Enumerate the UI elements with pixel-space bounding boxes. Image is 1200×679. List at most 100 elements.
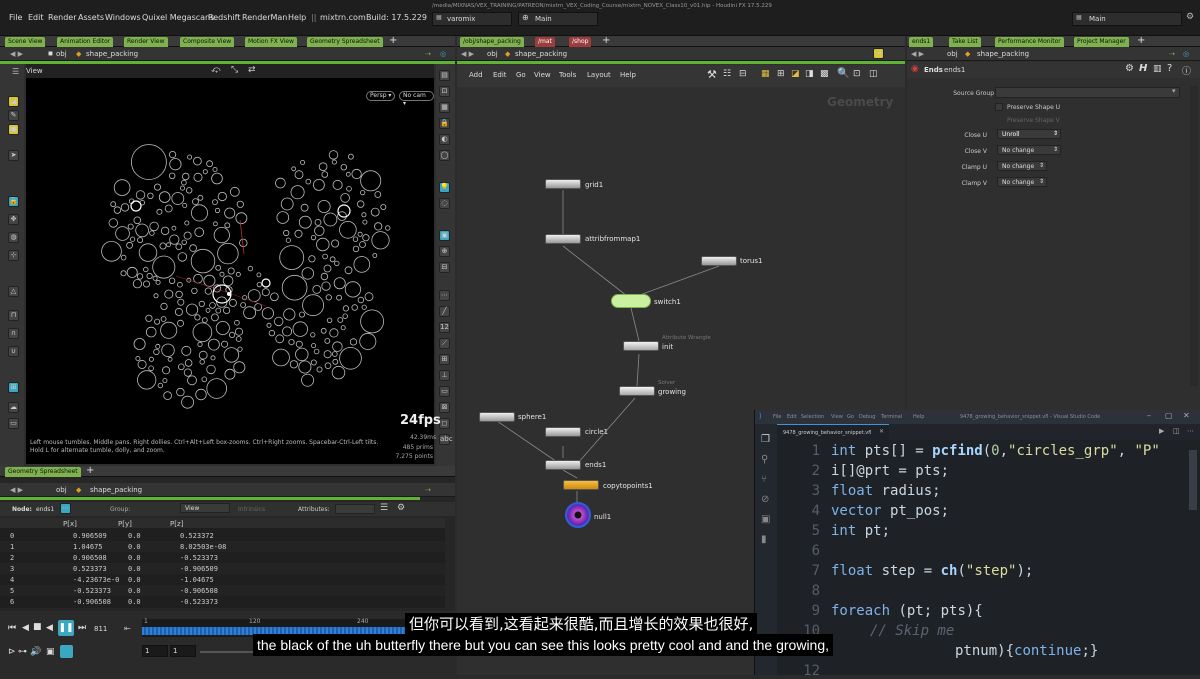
code-line-5[interactable]: int pt;: [831, 523, 890, 539]
template-icon[interactable]: ⊠: [439, 402, 450, 413]
vs-menu-terminal[interactable]: Terminal: [881, 414, 902, 420]
takes-selector[interactable]: ⊕ Main: [518, 12, 598, 26]
menu-windows[interactable]: Windows: [105, 13, 141, 22]
pose-tool-icon[interactable]: ✎: [8, 110, 19, 121]
minimize-icon[interactable]: –: [1147, 411, 1151, 420]
desktop-selector[interactable]: ▦ varomix: [432, 12, 512, 26]
search-icon-2[interactable]: ⚲: [761, 454, 768, 465]
debug-icon[interactable]: ⊘: [761, 494, 769, 505]
number-icon[interactable]: 12: [439, 322, 450, 333]
vs-menu-selection[interactable]: Selection: [801, 414, 824, 420]
sound-icon[interactable]: 🔊: [30, 647, 41, 657]
scale-tool-icon[interactable]: ⊹: [8, 250, 19, 261]
vs-menu-view[interactable]: View: [831, 414, 843, 420]
table-row[interactable]: 1 1.04675 0.0 8.02503e-08: [0, 541, 445, 552]
frame-icon[interactable]: ⊟: [439, 262, 450, 273]
source-group-field[interactable]: ▾: [995, 87, 1180, 98]
table-row[interactable]: 6 -0.906508 0.0 -0.523373: [0, 596, 445, 607]
tab-performance-monitor[interactable]: Performance Monitor: [995, 37, 1064, 47]
point-icon[interactable]: ⋯: [439, 290, 450, 301]
link-icon-4[interactable]: ◎: [1183, 50, 1189, 58]
close-v-dropdown[interactable]: No change ⇕: [997, 145, 1061, 155]
snap-tool-icon[interactable]: ⊓: [8, 310, 19, 321]
vis-icon[interactable]: ⊕: [439, 246, 450, 257]
realtime-icon[interactable]: ▣: [46, 647, 55, 657]
tab-geometry-spreadsheet[interactable]: Geometry Spreadsheet: [307, 37, 383, 47]
vscode-file-tab[interactable]: 9478_growing_behavior_snippet.vfl ✕: [777, 424, 889, 440]
menu-redshift[interactable]: Redshift: [208, 13, 240, 22]
vs-menu-help[interactable]: Help: [913, 414, 924, 420]
tab-close-icon[interactable]: ✕: [879, 428, 884, 435]
intrinsics-label[interactable]: Intrinsics: [238, 506, 265, 513]
path-node-2[interactable]: shape_packing: [90, 486, 142, 494]
table-row[interactable]: 3 0.523373 0.0 -0.906509: [0, 563, 445, 574]
node-copytopoints1[interactable]: [563, 480, 599, 490]
code-line-1[interactable]: int pts[] = pcfind(0,"circles_grp", "P": [831, 443, 1160, 459]
table-row[interactable]: 0 0.906509 0.0 0.523372: [0, 530, 445, 541]
sphere-icon[interactable]: ◯: [439, 150, 450, 161]
pause-button[interactable]: ❚❚: [58, 620, 74, 636]
code-line-7[interactable]: float step = ch("step");: [831, 563, 1033, 579]
snap2-tool-icon[interactable]: ∩: [8, 328, 19, 339]
wire-icon[interactable]: ⊡: [439, 86, 450, 97]
path-obj[interactable]: obj: [56, 50, 67, 58]
view-dropdown[interactable]: View: [180, 503, 230, 513]
gear-icon-2[interactable]: ⚙: [1125, 63, 1134, 74]
code-line-11[interactable]: ptnum){continue;}: [955, 643, 1098, 659]
lock-tool-icon[interactable]: 🔒: [8, 196, 19, 207]
node-switch1[interactable]: [611, 294, 651, 308]
start-frame-field[interactable]: 1: [142, 645, 168, 657]
tab-take-list[interactable]: Take List: [949, 37, 981, 47]
close-icon[interactable]: ✕: [1183, 411, 1190, 420]
first-frame-icon[interactable]: ⏮: [8, 623, 16, 633]
spreadsheet-table[interactable]: P[x] P[y] P[z] 0 0.906509 0.0 0.523372 1 1.04…: [0, 518, 445, 608]
path-node[interactable]: shape_packing: [86, 50, 138, 58]
tab-project-manager[interactable]: Project Manager: [1074, 37, 1129, 47]
path-obj-4[interactable]: obj: [947, 50, 958, 58]
hda-icon[interactable]: H: [1139, 63, 1147, 74]
extensions-icon[interactable]: ▣: [761, 514, 770, 525]
play-reverse-icon[interactable]: ◀: [46, 623, 53, 633]
vs-menu-edit[interactable]: Edit: [787, 414, 797, 420]
right-takes-selector[interactable]: ▦ Main: [1072, 12, 1182, 26]
key-icon[interactable]: ⇤: [124, 624, 131, 633]
display-opts-icon[interactable]: ▤: [439, 70, 450, 81]
menu-icon[interactable]: ☰: [380, 503, 388, 513]
vector-icon[interactable]: ⟋: [439, 338, 450, 349]
add-tab-icon-4[interactable]: +: [1137, 35, 1145, 46]
pan-icon[interactable]: ⇄: [248, 65, 256, 75]
params-scrollbar[interactable]: [1190, 86, 1198, 386]
code-line-3[interactable]: float radius;: [831, 483, 941, 499]
explorer-icon[interactable]: ❐: [761, 434, 770, 445]
handle-tool-icon[interactable]: ✥: [8, 214, 19, 225]
tab-composite-view[interactable]: Composite View: [180, 37, 235, 47]
viewport[interactable]: ☰ View ⤽ ⤡ ⇄ Persp ▾ No cam ▾ 24fps 42.3…: [12, 64, 441, 464]
bookmark-icon[interactable]: ▮: [761, 534, 767, 545]
info-icon[interactable]: ⓘ: [1182, 64, 1191, 77]
code-line-2[interactable]: i[]@prt = pts;: [831, 463, 949, 479]
node-flag-icon[interactable]: ◉: [911, 64, 919, 74]
zoom-icon[interactable]: ⤡: [231, 65, 238, 75]
normal-icon[interactable]: ╱: [439, 306, 450, 317]
attributes-input[interactable]: [335, 504, 375, 514]
pin-icon-2[interactable]: ⇢: [425, 486, 431, 494]
add-tab-icon[interactable]: +: [389, 35, 397, 46]
node-ends1[interactable]: [545, 460, 581, 470]
light2-icon[interactable]: ◌: [439, 198, 450, 209]
nav-back-icon-2[interactable]: ◀ ▶: [10, 486, 23, 494]
shade-icon[interactable]: ▦: [439, 102, 450, 113]
magnet-tool-icon[interactable]: ◍: [8, 232, 19, 243]
current-frame[interactable]: 811: [94, 625, 107, 633]
table-row[interactable]: 2 0.906508 0.0 -0.523373: [0, 552, 445, 563]
audio-icon[interactable]: ⊳: [8, 647, 16, 657]
realtime-toggle[interactable]: [60, 645, 73, 658]
node-null1[interactable]: [565, 502, 591, 528]
nav-back-icon-4[interactable]: ◀ ▶: [911, 50, 924, 58]
table-row[interactable]: 5 -0.523373 0.0 -0.906508: [0, 585, 445, 596]
code-line-4[interactable]: vector pt_pos;: [831, 503, 949, 519]
bounds-icon[interactable]: ▭: [439, 386, 450, 397]
vs-menu-debug[interactable]: Debug: [859, 414, 875, 420]
menu-renderman[interactable]: RenderMan: [242, 13, 287, 22]
path-obj-2[interactable]: obj: [56, 486, 67, 494]
last-frame-icon[interactable]: ⏭: [78, 623, 86, 633]
